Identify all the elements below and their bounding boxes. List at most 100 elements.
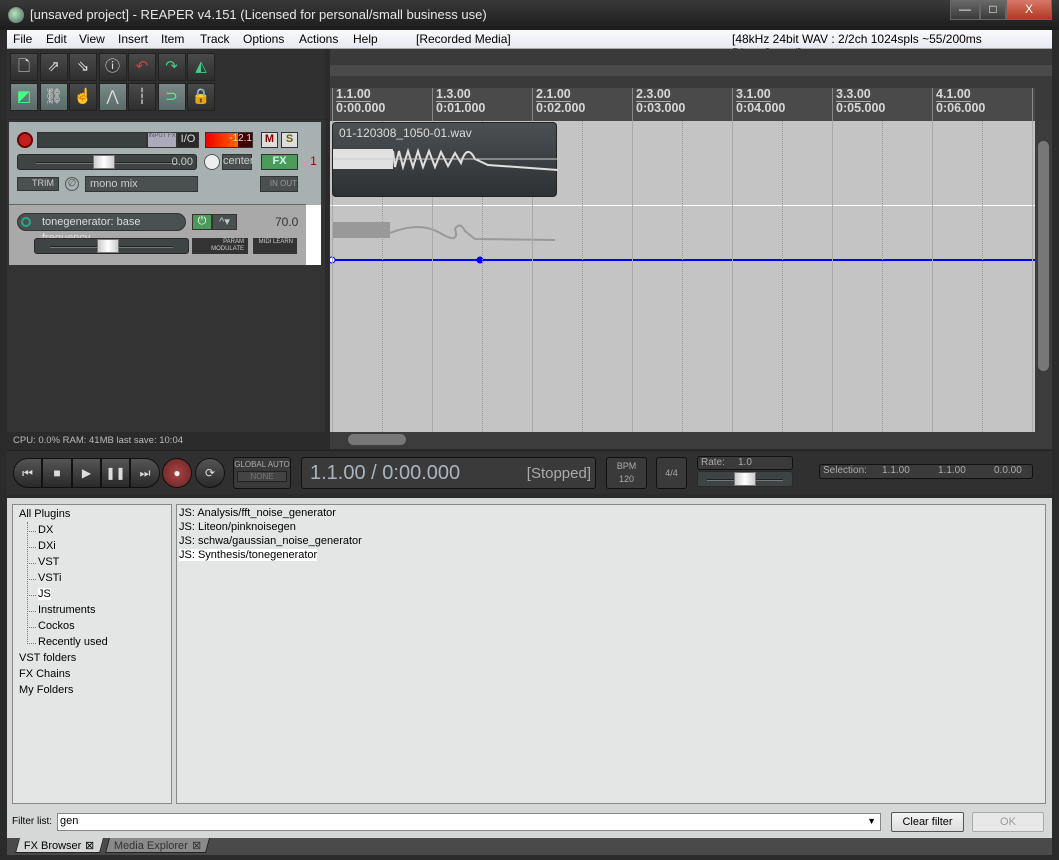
phase-invert-icon[interactable]: ∅	[65, 177, 79, 191]
tree-item-vsti[interactable]: VSTi	[38, 572, 61, 584]
volume-fader[interactable]: 0.00	[17, 154, 197, 170]
menu-actions[interactable]: Actions	[299, 32, 338, 46]
menu-file[interactable]: File	[13, 32, 32, 46]
pan-knob[interactable]	[204, 154, 220, 170]
close-button[interactable]: X	[1006, 0, 1052, 20]
envelope-fader[interactable]	[34, 238, 189, 254]
tree-item-all-plugins[interactable]: All Plugins	[19, 508, 70, 520]
plugin-item[interactable]: JS: Synthesis/tonegenerator	[179, 549, 318, 561]
envelope-arm-icon[interactable]	[21, 217, 31, 227]
track-name-field[interactable]	[37, 132, 147, 148]
menu-track[interactable]: Track	[200, 32, 230, 46]
plugin-item[interactable]: JS: Analysis/fft_noise_generator	[179, 507, 336, 519]
selection-end[interactable]: 1.1.00	[938, 465, 966, 476]
filter-input[interactable]: gen ▼	[57, 813, 881, 831]
tree-item-instruments[interactable]: Instruments	[38, 604, 95, 616]
selection-box[interactable]: Selection: 1.1.00 1.1.00 0.0.00	[819, 464, 1033, 479]
horizontal-scroll-thumb[interactable]	[348, 434, 406, 445]
fx-button[interactable]: FX	[261, 154, 298, 170]
ruler-mark[interactable]: 4.1.00 0:06.000	[932, 88, 985, 121]
bpm-box[interactable]: BPM 120	[606, 457, 647, 489]
ruler-mark[interactable]: 4.3	[1032, 88, 1035, 121]
auto-crossfade-button[interactable]: ◩	[10, 83, 38, 111]
selection-length[interactable]: 0.0.00	[994, 465, 1022, 476]
clear-filter-button[interactable]: Clear filter	[891, 812, 964, 832]
menu-help[interactable]: Help	[353, 32, 378, 46]
tree-item-dxi[interactable]: DXi	[38, 540, 56, 552]
ruler-mark[interactable]: 1.1.00 0:00.000	[332, 88, 385, 121]
envelope-points-button[interactable]: ⋀	[98, 83, 127, 111]
ruler-mark[interactable]: 2.1.00 0:02.000	[532, 88, 585, 121]
tab-fx-browser[interactable]: FX Browser ⊠	[14, 838, 104, 853]
input-fx-button[interactable]: INPUT FX	[147, 132, 177, 148]
vertical-scroll-thumb[interactable]	[1038, 141, 1049, 371]
envelope-name[interactable]: tonegenerator: base frequency	[17, 213, 186, 244]
repeat-button[interactable]: ⟳	[195, 458, 225, 488]
solo-button[interactable]: S	[281, 132, 298, 148]
play-button[interactable]: ▶	[72, 458, 101, 488]
redo-button[interactable]: ↷	[157, 53, 186, 81]
tree-item-recently-used[interactable]: Recently used	[38, 636, 108, 648]
grouping-button[interactable]: ☝	[69, 83, 97, 111]
global-auto-button[interactable]: GLOBAL AUTO NONE	[233, 457, 291, 489]
tree-item-js[interactable]: JS	[38, 588, 51, 600]
ok-button[interactable]: OK	[972, 812, 1044, 832]
media-item[interactable]: 01-120308_1050-01.wav	[332, 122, 558, 197]
tree-item-cockos[interactable]: Cockos	[38, 620, 75, 632]
menu-edit[interactable]: Edit	[46, 32, 67, 46]
vertical-scrollbar[interactable]	[1035, 121, 1052, 432]
record-arm-button[interactable]	[17, 132, 33, 148]
menu-options[interactable]: Options	[243, 32, 284, 46]
param-modulate-button[interactable]: PARAM MODULATE	[192, 238, 248, 254]
go-to-end-button[interactable]: ⏭	[130, 458, 160, 488]
ripple-edit-button[interactable]: ⛓	[39, 83, 68, 111]
rate-slider-knob[interactable]	[734, 472, 756, 486]
save-project-button[interactable]: ⇘	[69, 53, 97, 81]
envelope-bypass-button[interactable]: ⏻	[192, 214, 212, 230]
new-project-button[interactable]: 🗋	[10, 53, 38, 81]
menu-item[interactable]: Item	[161, 32, 184, 46]
tree-item-vst[interactable]: VST	[38, 556, 59, 568]
tree-item-fx-chains[interactable]: FX Chains	[19, 668, 70, 680]
open-project-button[interactable]: ⇗	[39, 53, 68, 81]
close-icon[interactable]: ⊠	[192, 839, 201, 852]
chevron-down-icon[interactable]: ▼	[867, 816, 876, 826]
minimize-button[interactable]: —	[950, 0, 980, 20]
io-button[interactable]: I/O	[177, 132, 199, 148]
record-button[interactable]: ●	[162, 458, 192, 488]
plugin-item[interactable]: JS: Liteon/pinknoisegen	[179, 521, 296, 533]
envelope-fader-knob[interactable]	[97, 239, 119, 253]
time-display[interactable]: 1.1.00 / 0:00.000 [Stopped]	[301, 457, 596, 489]
plugin-item[interactable]: JS: schwa/gaussian_noise_generator	[179, 535, 362, 547]
maximize-button[interactable]: □	[980, 0, 1006, 20]
menu-view[interactable]: View	[79, 32, 105, 46]
stop-button[interactable]: ■	[42, 458, 72, 488]
horizontal-scrollbar[interactable]	[330, 432, 1052, 447]
ruler-mark[interactable]: 1.3.00 0:01.000	[432, 88, 485, 121]
volume-fader-knob[interactable]	[93, 155, 115, 169]
envelope-lane-header[interactable]: tonegenerator: base frequency ⏻ ^▾ 70.0 …	[9, 205, 306, 265]
ruler-mark[interactable]: 2.3.00 0:03.000	[632, 88, 685, 121]
envelope-mode-button[interactable]: ^▾	[212, 214, 237, 230]
tree-item-my-folders[interactable]: My Folders	[19, 684, 73, 696]
menu-insert[interactable]: Insert	[118, 32, 148, 46]
tree-item-dx[interactable]: DX	[38, 524, 53, 536]
track-1-header[interactable]: INPUT FX I/O -12.1 M S 0.00 center FX TR…	[9, 122, 306, 205]
undo-button[interactable]: ↶	[128, 53, 156, 81]
midi-learn-button[interactable]: MIDI LEARN	[253, 238, 297, 254]
in-out-button[interactable]: IN OUT	[260, 176, 298, 192]
go-to-start-button[interactable]: ⏮	[13, 458, 42, 488]
region-lane[interactable]	[330, 65, 1052, 76]
rate-slider[interactable]	[697, 471, 793, 487]
timeline-ruler[interactable]: 1.1.00 0:00.000 1.3.00 0:01.000 2.1.00 0:02.0…	[330, 88, 1035, 121]
lock-button[interactable]: 🔒	[187, 83, 215, 111]
project-info-button[interactable]: ⓘ	[98, 53, 127, 81]
mute-button[interactable]: M	[261, 132, 278, 148]
tab-media-explorer[interactable]: Media Explorer ⊠	[104, 838, 211, 853]
ruler-mark[interactable]: 3.1.00 0:04.000	[732, 88, 785, 121]
pause-button[interactable]: ❚❚	[101, 458, 130, 488]
envelope-shape-icon[interactable]	[306, 205, 321, 265]
rate-box[interactable]: Rate: 1.0	[697, 456, 793, 470]
tree-item-vst-folders[interactable]: VST folders	[19, 652, 76, 664]
loop-button[interactable]: ⊃	[157, 83, 186, 111]
